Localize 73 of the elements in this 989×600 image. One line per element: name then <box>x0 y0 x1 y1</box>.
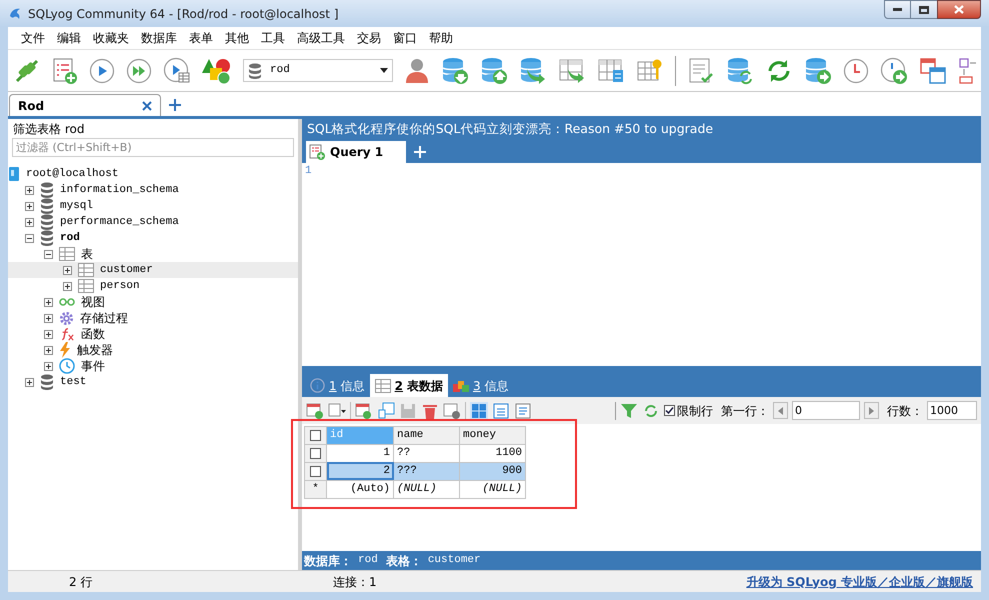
menu-item[interactable]: 其他 <box>219 32 255 44</box>
database-select[interactable]: rod <box>243 59 393 82</box>
tree-label: 事件 <box>81 358 105 375</box>
first-row-label: 第一行： <box>721 402 769 420</box>
tree-item[interactable]: performance_schema <box>8 214 298 230</box>
tree-label: 表 <box>81 246 93 263</box>
tree-item[interactable]: 表 <box>8 246 298 262</box>
tree-label: mysql <box>60 198 94 214</box>
table-cell: 1100 <box>460 444 526 462</box>
tree-label: 函数 <box>81 326 105 343</box>
tree-label: 存储过程 <box>80 310 128 327</box>
limit-rows-label: 限制行 <box>677 402 713 420</box>
menu-item[interactable]: 数据库 <box>135 32 183 44</box>
tree-item[interactable]: 函数 <box>8 326 298 342</box>
tree-label: test <box>60 374 86 390</box>
row-count-status: 2 行 <box>68 574 94 590</box>
menu-item[interactable]: 工具 <box>255 32 291 44</box>
tree-label: customer <box>100 262 153 278</box>
tree-item[interactable]: 存储过程 <box>8 310 298 326</box>
menu-item[interactable]: 文件 <box>15 32 51 44</box>
tree-label: information_schema <box>60 182 179 198</box>
result-tab[interactable]: 3 信息 <box>448 374 514 397</box>
tree-item[interactable]: customer <box>8 262 298 278</box>
result-tab[interactable]: 2 表数据 <box>370 374 448 397</box>
window-title: SQLyog Community 64 - [Rod/rod - root@localhost ] <box>28 6 339 22</box>
database-name: rod <box>358 553 378 568</box>
tree-item[interactable]: information_schema <box>8 182 298 198</box>
menu-item[interactable]: 收藏夹 <box>87 32 135 44</box>
tree-label: person <box>100 278 140 294</box>
menu-item[interactable]: 编辑 <box>51 32 87 44</box>
menu-item[interactable]: 表单 <box>183 32 219 44</box>
line-number: 1 <box>305 164 313 178</box>
menu-item[interactable]: 交易 <box>351 32 387 44</box>
banner-text: SQL格式化程序使你的SQL代码立刻变漂亮：Reason #50 to upgrade <box>306 120 714 138</box>
result-tab[interactable]: 1 信息 <box>305 374 370 397</box>
tree-label: performance_schema <box>60 214 179 230</box>
first-row-field[interactable]: 0 <box>792 401 860 420</box>
table-cell: (Auto) <box>326 480 394 498</box>
filter-field[interactable]: 过滤器 (Ctrl+Shift+B) <box>12 138 294 157</box>
tree-item[interactable]: person <box>8 278 298 294</box>
table-cell: (NULL) <box>394 480 460 498</box>
table-label: 表格： <box>386 552 422 570</box>
row-count-label: 行数： <box>887 402 923 420</box>
tree-label: root@localhost <box>26 166 118 182</box>
row-count-field[interactable]: 1000 <box>927 401 977 420</box>
table-cell: ?? <box>394 444 460 462</box>
menu-item[interactable]: 帮助 <box>423 32 459 44</box>
table-cell: 2 <box>326 462 394 480</box>
table-name: customer <box>428 553 481 568</box>
tree-item[interactable]: rod <box>8 230 298 246</box>
tree-label: 视图 <box>81 294 105 311</box>
tree-label: 触发器 <box>77 342 113 359</box>
table-cell: ??? <box>394 462 460 480</box>
tree-label: rod <box>60 230 80 246</box>
tree-item[interactable]: 触发器 <box>8 342 298 358</box>
sidebar-title: 筛选表格 rod <box>12 120 86 138</box>
tree-item[interactable]: root@localhost <box>8 166 298 182</box>
column-header[interactable]: money <box>460 426 526 444</box>
tree-item[interactable]: test <box>8 374 298 390</box>
new-row-marker: * <box>312 482 319 495</box>
table-cell: (NULL) <box>460 480 526 498</box>
tree-item[interactable]: 事件 <box>8 358 298 374</box>
column-header[interactable]: name <box>394 426 460 444</box>
table-cell: 900 <box>460 462 526 480</box>
tree-item[interactable]: 视图 <box>8 294 298 310</box>
tree-item[interactable]: mysql <box>8 198 298 214</box>
connection-status: 连接：1 <box>332 574 377 590</box>
query-tab[interactable]: Query 1 <box>306 141 406 163</box>
database-label: 数据库： <box>304 552 352 570</box>
menu-item[interactable]: 高级工具 <box>291 32 351 44</box>
upgrade-link[interactable]: 升级为 SQLyog 专业版／企业版／旗舰版 <box>746 572 973 590</box>
menu-item[interactable]: 窗口 <box>387 32 423 44</box>
connection-tab[interactable]: Rod <box>9 94 161 116</box>
